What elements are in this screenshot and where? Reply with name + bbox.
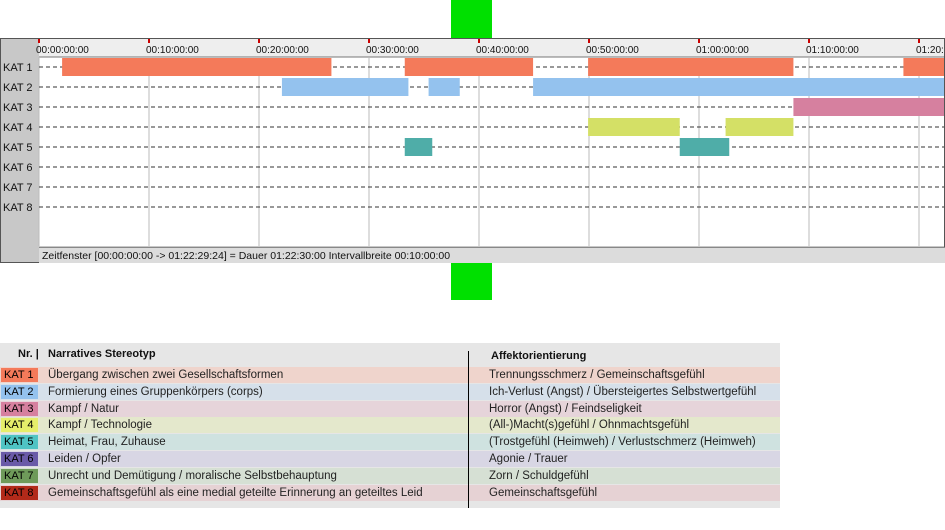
tick-label: 00:50:00:00 (586, 45, 639, 56)
row-label: KAT 4 (3, 122, 33, 134)
legend-divider (468, 351, 469, 508)
category-badge: KAT 3 (1, 401, 38, 416)
tick-label: 00:10:00:00 (146, 45, 199, 56)
legend-row: KAT 8 Gemeinschaftsgefühl als eine medial… (0, 484, 780, 501)
affekt-text: Horror (Angst) / Feindseligkeit (489, 402, 642, 415)
timeline-segment (281, 78, 409, 96)
stereotyp-text: Gemeinschaftsgefühl als eine medial gete… (48, 486, 423, 499)
timeline-segment (793, 98, 944, 116)
affekt-text: Agonie / Trauer (489, 453, 568, 465)
timeline-panel: 00:00:00:00 00:10:00:00 00:20:00:00 00:30:0… (0, 38, 945, 263)
top-green-marker (451, 0, 492, 38)
legend-row: KAT 6 Leiden / Opfer Agonie / Trauer (0, 451, 780, 467)
tick-label: 00:40:00:00 (476, 45, 529, 56)
category-badge: KAT 7 (1, 468, 38, 483)
legend-row: KAT 4 Kampf / Technologie (All-)Macht(s)ge… (0, 417, 780, 434)
category-badge: KAT 6 (1, 452, 38, 466)
legend-header-nr: Nr. | (18, 348, 39, 360)
timeframe-status: Zeitfenster [00:00:00:00 -> 01:22:29:24]… (39, 247, 945, 263)
legend-header-stereotyp: Narratives Stereotyp (48, 348, 156, 360)
affekt-text: (Trostgefühl (Heimweh) / Verlustschmerz … (489, 436, 756, 449)
row-label: KAT 1 (3, 62, 33, 74)
timeline-segment (725, 118, 794, 136)
affekt-text: Ich-Verlust (Angst) / Übersteigertes Sel… (489, 385, 757, 398)
tick-label: 01:20:00:00 (916, 45, 944, 56)
legend-header-affekt: Affektorientierung (491, 350, 587, 362)
affekt-text: Gemeinschaftsgefühl (489, 486, 598, 499)
affekt-text: (All-)Macht(s)gefühl / Ohnmachtsgefühl (489, 419, 690, 432)
timeline-segment (588, 118, 680, 136)
bottom-green-marker (451, 263, 492, 300)
timeline-segment (428, 78, 460, 96)
legend-table: Nr. | Narratives Stereotyp Affektorienti… (0, 343, 780, 508)
row-label: KAT 8 (3, 202, 33, 214)
row-label: KAT 7 (3, 182, 33, 194)
tick-label: 00:20:00:00 (256, 45, 309, 56)
legend-row: KAT 2 Formierung eines Gruppenkörpers (co… (0, 383, 780, 400)
stereotyp-text: Übergang zwischen zwei Gesellschaftsform… (48, 369, 284, 381)
stereotyp-text: Formierung eines Gruppenkörpers (corps) (48, 385, 263, 398)
legend-row: KAT 5 Heimat, Frau, Zuhause (Trostgefühl (… (0, 434, 780, 451)
timeline-segment (404, 58, 534, 76)
timeline-segment (62, 58, 332, 76)
timeline-segment (903, 58, 944, 76)
row-label: KAT 3 (3, 102, 33, 114)
tick-label: 01:10:00:00 (806, 45, 859, 56)
category-badge: KAT 8 (1, 485, 38, 500)
row-label: KAT 5 (3, 142, 33, 154)
row-label: KAT 6 (3, 162, 33, 174)
timeline-segment (588, 58, 794, 76)
timeline-segment (404, 138, 433, 156)
category-badge: KAT 1 (1, 368, 38, 382)
stereotyp-text: Kampf / Technologie (48, 419, 152, 432)
category-badge: KAT 4 (1, 418, 38, 433)
stereotyp-text: Heimat, Frau, Zuhause (48, 436, 166, 449)
stereotyp-text: Kampf / Natur (48, 402, 119, 415)
timeline-chart[interactable]: 00:00:00:00 00:10:00:00 00:20:00:00 00:30:0… (1, 39, 944, 246)
tick-label: 00:00:00:00 (36, 45, 89, 56)
stereotyp-text: Leiden / Opfer (48, 453, 121, 465)
legend-row: KAT 3 Kampf / Natur Horror (Angst) / Feind… (0, 400, 780, 417)
category-badge: KAT 2 (1, 384, 38, 399)
tick-label: 01:00:00:00 (696, 45, 749, 56)
affekt-text: Trennungsschmerz / Gemeinschaftsgefühl (489, 369, 705, 381)
category-badge: KAT 5 (1, 435, 38, 450)
timeline-segment (533, 78, 944, 96)
row-label: KAT 2 (3, 82, 33, 94)
stereotyp-text: Unrecht und Demütigung / moralische Selb… (48, 469, 337, 482)
tick-label: 00:30:00:00 (366, 45, 419, 56)
timeline-segment (679, 138, 730, 156)
affekt-text: Zorn / Schuldgefühl (489, 469, 589, 482)
legend-row: KAT 7 Unrecht und Demütigung / moralische… (0, 467, 780, 484)
legend-row: KAT 1 Übergang zwischen zwei Gesellschaft… (0, 367, 780, 383)
